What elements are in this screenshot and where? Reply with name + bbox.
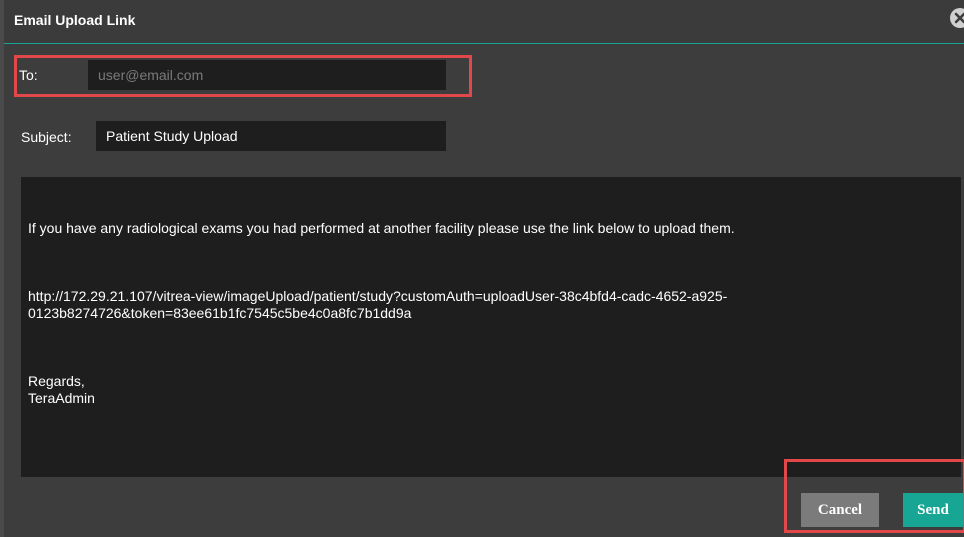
subject-label: Subject: [21,129,72,145]
send-button[interactable]: Send [903,493,963,527]
dialog-titlebar: Email Upload Link [4,0,964,44]
message-body-textarea[interactable]: If you have any radiological exams you h… [21,177,961,477]
cancel-button[interactable]: Cancel [801,493,879,527]
subject-input[interactable] [96,121,446,151]
email-upload-link-dialog: Email Upload Link To: Subject: If you ha… [0,0,964,537]
message-closing: Regards, TeraAdmin [28,373,95,406]
to-email-input[interactable] [88,60,446,90]
x-glyph [954,12,964,24]
to-label: To: [19,67,38,83]
message-intro: If you have any radiological exams you h… [28,220,735,236]
message-link: http://172.29.21.107/vitrea-view/imageUp… [28,288,728,321]
close-icon[interactable] [950,8,964,28]
dialog-title: Email Upload Link [14,12,136,28]
